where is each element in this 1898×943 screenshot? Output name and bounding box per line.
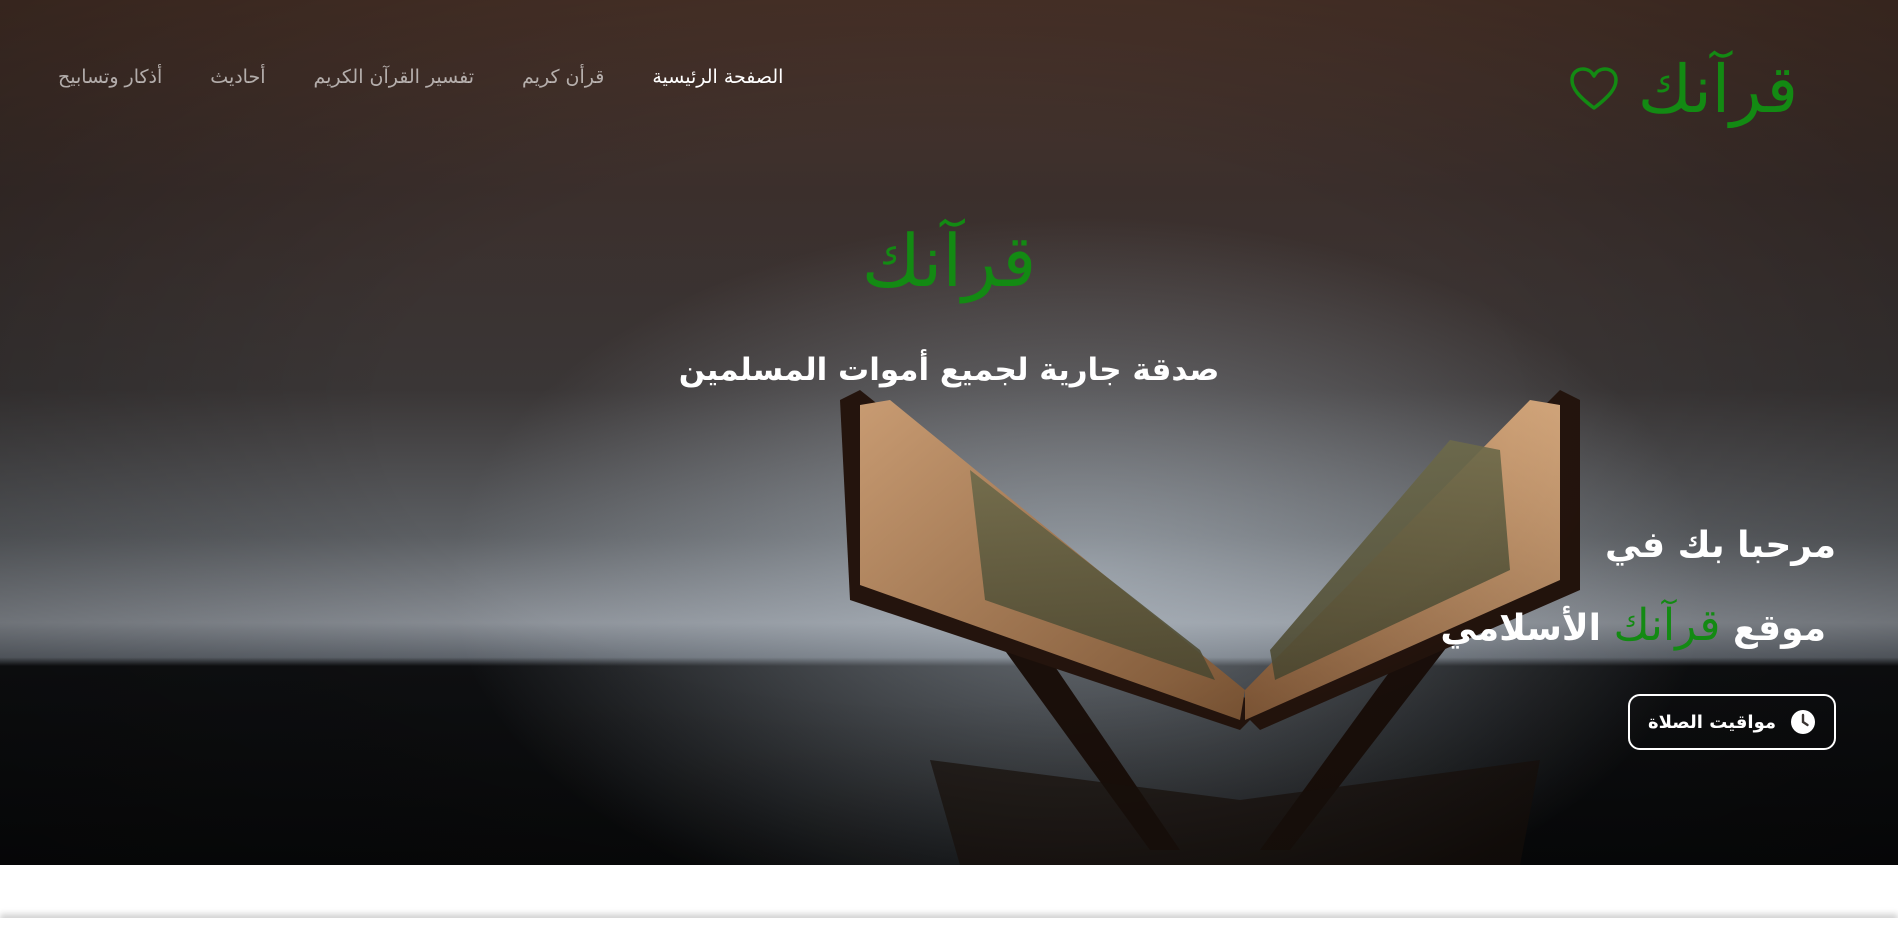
logo-text: قرآنك (1637, 51, 1798, 128)
nav-item-tafsir[interactable]: تفسير القرآن الكريم (314, 66, 475, 88)
hero-brand-title: قرآنك (861, 219, 1037, 303)
nav-item-quran[interactable]: قرأن كريم (522, 66, 604, 88)
welcome-suffix: الأسلامي (1440, 608, 1601, 649)
prayer-times-label: مواقيت الصلاة (1647, 711, 1776, 733)
welcome-prefix: موقع (1732, 608, 1826, 649)
welcome-brand: قرآنك (1613, 600, 1721, 651)
nav-item-hadiths[interactable]: أحاديث (210, 66, 265, 88)
heart-outline-icon (1569, 67, 1618, 110)
clock-icon (1791, 710, 1815, 734)
next-section-edge (0, 918, 1898, 943)
site-logo[interactable]: قرآنك (1568, 40, 1798, 140)
prayer-times-button[interactable]: مواقيت الصلاة (1627, 694, 1836, 750)
top-navbar: قرآنك أذكار وتسابيح أحاديث تفسير القرآن … (0, 0, 1898, 170)
welcome-heading: مرحبا بك في (1605, 525, 1836, 566)
hero-tagline: صدقة جارية لجميع أموات المسلمين (678, 352, 1220, 388)
nav-item-home[interactable]: الصفحة الرئيسية (652, 66, 783, 88)
nav-links: أذكار وتسابيح أحاديث تفسير القرآن الكريم… (58, 66, 783, 88)
nav-item-adhkar[interactable]: أذكار وتسابيح (58, 66, 162, 88)
welcome-block: مرحبا بك في موقع قرآنك الأسلامي (1440, 520, 1836, 655)
welcome-subheading: موقع قرآنك الأسلامي (1440, 600, 1826, 655)
